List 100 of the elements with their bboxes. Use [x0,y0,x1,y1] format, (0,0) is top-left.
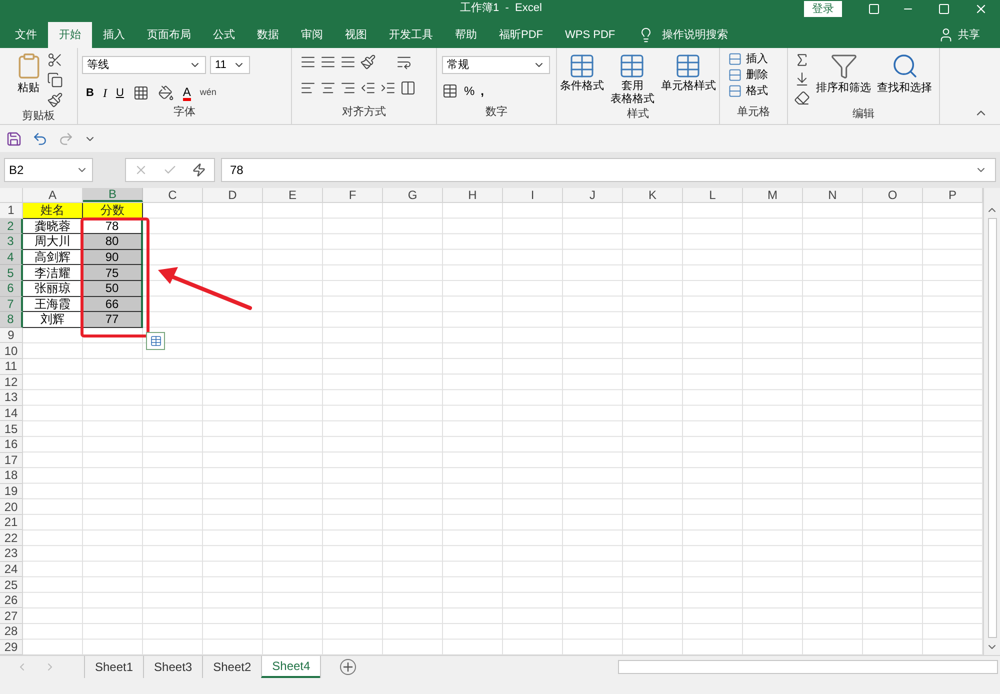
row-header[interactable]: 11 [0,358,23,375]
row-header[interactable]: 4 [0,250,23,266]
column-header[interactable]: G [383,188,443,202]
scroll-thumb[interactable] [988,218,996,638]
align-left-icon[interactable] [300,80,316,96]
ribbon-tab[interactable]: 文件 [4,22,48,48]
percent-button[interactable]: % [464,82,475,100]
bottom-align-icon[interactable] [340,54,356,70]
row-header[interactable]: 20 [0,499,23,515]
column-header[interactable]: I [503,188,563,202]
row-header[interactable]: 27 [0,608,23,624]
number-format-field[interactable]: 常规 [442,56,550,74]
style-button[interactable]: 套用 表格格式 [610,52,654,106]
ribbon-tab[interactable]: 插入 [92,22,136,48]
formula-input[interactable]: 78 [221,158,996,182]
eraser-icon[interactable] [794,90,810,106]
ribbon-tab[interactable]: 开发工具 [378,22,444,48]
comma-button[interactable]: , [480,82,484,100]
ribbon-tab[interactable]: 开始 [48,22,92,48]
column-header[interactable]: H [443,188,503,202]
ribbon-tab[interactable]: 视图 [334,22,378,48]
middle-align-icon[interactable] [320,54,336,70]
row-header[interactable]: 15 [0,421,23,437]
paste-button[interactable]: 粘贴 [14,52,42,108]
share-button[interactable]: 共享 [958,26,980,44]
maximize-icon[interactable] [938,2,950,14]
column-header[interactable]: C [143,188,203,202]
scissors-icon[interactable] [46,52,62,68]
increase-indent-icon[interactable] [380,80,396,96]
ribbon-tab[interactable]: 审阅 [290,22,334,48]
add-sheet-icon[interactable] [340,659,356,676]
row-header[interactable]: 7 [0,296,23,312]
row-header[interactable]: 14 [0,406,23,422]
sheet-tab[interactable]: Sheet1 [84,656,144,678]
column-header[interactable]: E [263,188,323,202]
tell-me-search[interactable]: 操作说明搜索 [662,26,728,44]
fill-down-icon[interactable] [794,71,810,87]
ribbon-tab[interactable]: WPS PDF [554,22,626,48]
style-button[interactable]: 条件格式 [560,52,604,106]
row-header[interactable]: 29 [0,640,23,656]
row-header[interactable]: 6 [0,280,23,297]
style-button[interactable]: 单元格样式 [660,52,716,106]
row-header[interactable]: 1 [0,203,23,219]
column-header[interactable]: F [323,188,383,202]
column-header[interactable]: O [863,188,923,202]
horizontal-scrollbar[interactable] [618,660,998,674]
row-header[interactable]: 18 [0,468,23,484]
fill-color-icon[interactable] [158,85,174,101]
row-header[interactable]: 9 [0,328,23,344]
quick-analysis-button[interactable] [146,332,165,350]
borders-icon[interactable] [132,85,149,101]
row-header[interactable]: 24 [0,562,23,578]
cells-button[interactable]: 插入 [728,51,779,67]
ribbon-tab[interactable]: 页面布局 [136,22,202,48]
top-align-icon[interactable] [300,54,316,70]
underline-button[interactable]: U [116,84,124,102]
row-header[interactable]: 8 [0,312,23,328]
paintbrush-icon[interactable] [46,92,62,108]
italic-button[interactable]: I [102,84,107,102]
save-icon[interactable] [6,130,22,146]
cells-button[interactable]: 格式 [728,83,779,99]
row-header[interactable]: 2 [0,218,23,234]
find-select-button[interactable]: 查找和选择 [877,52,932,106]
row-header[interactable]: 17 [0,452,23,468]
sort-filter-button[interactable]: 排序和筛选 [816,52,871,106]
row-header[interactable]: 3 [0,234,23,250]
undo-icon[interactable] [32,130,48,146]
row-header[interactable]: 12 [0,374,23,390]
ribbon-tab[interactable]: 数据 [246,22,290,48]
column-header[interactable]: L [683,188,743,202]
sheet-tab[interactable]: Sheet3 [143,656,202,678]
bold-button[interactable]: B [86,84,94,102]
row-header[interactable]: 25 [0,577,23,593]
ribbon-tab[interactable]: 公式 [202,22,246,48]
row-header[interactable]: 22 [0,530,23,546]
row-header[interactable]: 10 [0,343,23,359]
merge-center-icon[interactable] [400,80,416,96]
row-header[interactable]: 21 [0,514,23,530]
copy-icon[interactable] [46,72,62,88]
row-header[interactable]: 28 [0,624,23,640]
font-size-field[interactable]: 11 [210,56,250,74]
align-center-icon[interactable] [320,80,336,96]
phonetic-button[interactable]: wén [200,86,216,100]
align-right-icon[interactable] [340,80,356,96]
row-header[interactable]: 13 [0,390,23,406]
wrap-text-icon[interactable] [396,54,412,70]
decrease-indent-icon[interactable] [360,80,376,96]
column-header[interactable]: J [563,188,623,202]
row-header[interactable]: 5 [0,265,23,281]
font-color-button[interactable]: A [182,86,191,100]
sheet-tab[interactable]: Sheet4 [261,656,320,678]
login-button[interactable]: 登录 [804,0,842,16]
row-header[interactable]: 23 [0,546,23,562]
person-icon[interactable] [938,27,954,43]
column-header[interactable]: K [623,188,683,202]
row-header[interactable]: 26 [0,592,23,608]
font-name-field[interactable]: 等线 [82,56,206,74]
column-header[interactable]: N [803,188,863,202]
ribbon-tab[interactable]: 福昕PDF [488,22,554,48]
row-header[interactable]: 16 [0,436,23,452]
